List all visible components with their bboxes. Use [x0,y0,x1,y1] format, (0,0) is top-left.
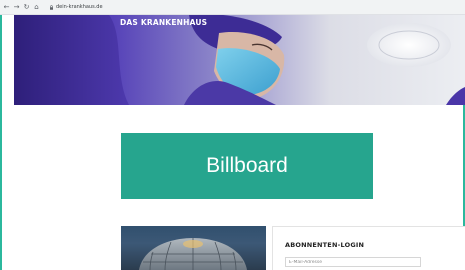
lock-icon [50,4,53,10]
billboard-ad[interactable]: Billboard [121,133,373,199]
home-icon[interactable]: ⌂ [33,3,40,11]
login-heading: ABONNENTEN-LOGIN [285,241,365,249]
dome-illustration [139,238,247,270]
back-arrow-icon[interactable]: ← [3,3,10,11]
browser-toolbar: ← → ↻ ⌂ dein-krankhaus.de [0,0,465,15]
hero-banner: DAS KRANKENHAUS [14,15,465,105]
dome-image[interactable] [121,226,266,270]
billboard-label: Billboard [206,154,288,177]
hero-image [14,15,465,105]
url-text: dein-krankhaus.de [56,4,103,10]
email-field[interactable] [285,257,421,267]
reload-icon[interactable]: ↻ [23,3,30,11]
subscriber-login-panel: ABONNENTEN-LOGIN [272,226,465,270]
address-bar[interactable]: dein-krankhaus.de [45,2,107,12]
site-title[interactable]: DAS KRANKENHAUS [120,18,207,27]
forward-arrow-icon[interactable]: → [13,3,20,11]
